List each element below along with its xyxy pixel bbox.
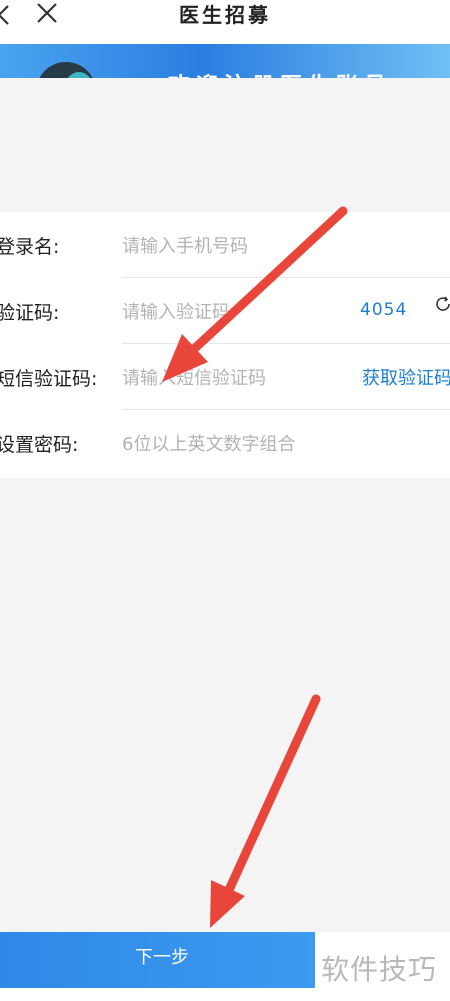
doctor-avatar [36, 62, 96, 78]
captcha-row: 验证码: 请输入验证码 4054 [0, 278, 450, 344]
sms-code-label: 短信验证码: [0, 368, 98, 390]
password-input[interactable]: 6位以上英文数字组合 [122, 430, 342, 456]
refresh-glyph-icon [436, 296, 450, 311]
sms-code-row: 短信验证码: 请输入短信验证码 获取验证码 [0, 344, 450, 410]
next-step-button[interactable]: 下一步 [0, 932, 315, 988]
page: 医生招募 欢迎注册医生账号 登录名: 请输入手机号码 验证码: 请输入验证码 4… [0, 0, 450, 1001]
header-banner: 欢迎注册医生账号 [0, 44, 450, 78]
annotation-arrows [162, 206, 348, 928]
watermark-text: 软件技巧 [321, 953, 438, 986]
captcha-code[interactable]: 4054 [360, 300, 407, 320]
captcha-label: 验证码: [0, 302, 60, 324]
login-name-label: 登录名: [0, 236, 60, 258]
arrow-to-next-button [210, 694, 321, 928]
password-label: 设置密码: [0, 434, 79, 456]
page-title: 医生招募 [179, 3, 271, 27]
login-name-input[interactable]: 请输入手机号码 [122, 232, 342, 258]
password-row: 设置密码: 6位以上英文数字组合 [0, 410, 450, 476]
banner-text: 欢迎注册医生账号 [168, 68, 392, 78]
get-sms-code-button[interactable]: 获取验证码 [362, 364, 450, 390]
registration-form: 登录名: 请输入手机号码 验证码: 请输入验证码 4054 短信验证码: 请输入… [0, 212, 450, 478]
bottom-strip [0, 988, 315, 1001]
watermark: 软件技巧 [315, 932, 450, 1001]
navigation-bar: 医生招募 [0, 0, 450, 44]
login-name-row: 登录名: 请输入手机号码 [0, 212, 450, 278]
sms-code-input[interactable]: 请输入短信验证码 [122, 364, 342, 390]
refresh-icon[interactable] [434, 295, 450, 313]
captcha-input[interactable]: 请输入验证码 [122, 298, 342, 324]
